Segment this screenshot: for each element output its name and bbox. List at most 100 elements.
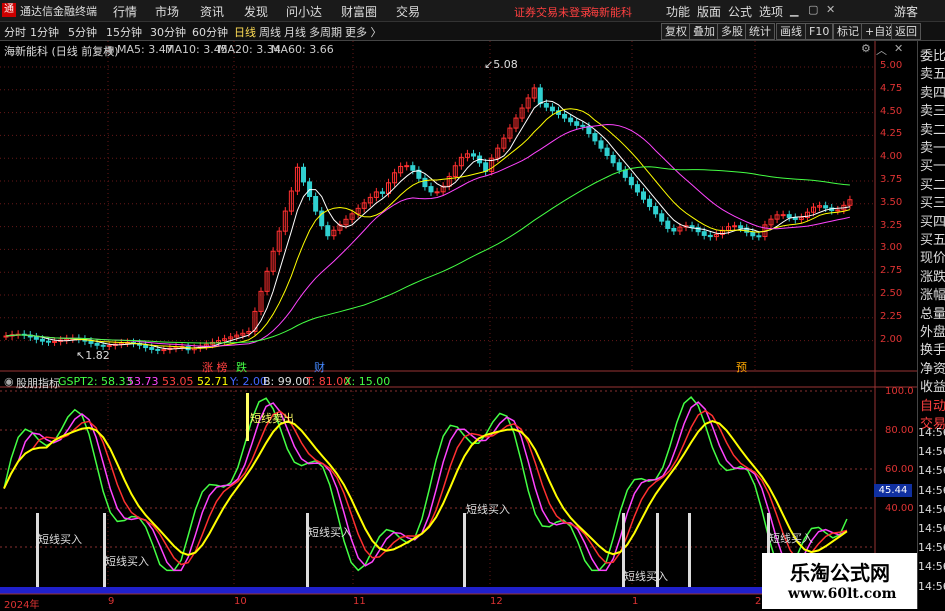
quote-label[interactable]: 买三	[920, 192, 945, 211]
candle-body	[659, 213, 665, 222]
price-tick: 3.00	[880, 242, 903, 254]
quote-label[interactable]: 现价	[920, 247, 945, 266]
period-weekly[interactable]: 周线	[259, 24, 281, 40]
period-multi[interactable]: 多周期	[309, 24, 342, 40]
maximize-icon[interactable]: ▢	[808, 3, 818, 16]
buy-signal-bar	[463, 513, 466, 587]
low-price-label: ↖1.82	[76, 349, 110, 362]
menu-formula[interactable]: 公式	[728, 3, 752, 20]
menu-options[interactable]: 选项	[759, 3, 783, 20]
top-menu-bar: 通 通达信金融终端 行情 市场 资讯 发现 问小达 财富圈 交易 证券交易未登录…	[0, 0, 945, 22]
indicator-line	[3, 396, 848, 572]
period-60min[interactable]: 60分钟	[192, 24, 228, 40]
chart-canvas[interactable]	[0, 41, 917, 609]
quote-label[interactable]: 买一	[920, 155, 945, 174]
price-tick: 4.00	[880, 151, 903, 163]
quote-label[interactable]: 卖三	[920, 100, 945, 119]
quote-label[interactable]: 换手	[920, 339, 945, 358]
indicator-name[interactable]: 股朋指标	[16, 375, 60, 391]
buy-signal-bar	[688, 513, 691, 587]
date-dec: 12	[490, 596, 503, 607]
candle-body	[574, 121, 580, 126]
tick-time: 14:56	[918, 502, 945, 516]
indicator-toggle-icon[interactable]: ◉	[4, 375, 14, 388]
quote-label[interactable]: 净资	[920, 358, 945, 377]
menu-market[interactable]: 市场	[155, 3, 179, 20]
event-forecast[interactable]: 预	[736, 359, 747, 375]
price-tick: 4.25	[880, 128, 903, 140]
quote-label[interactable]: 买四	[920, 211, 945, 230]
candle-body	[780, 214, 786, 217]
event-finance[interactable]: 财	[314, 359, 325, 375]
event-drop[interactable]: 跌	[236, 359, 247, 375]
login-notice[interactable]: 证券交易未登录	[514, 4, 591, 20]
candle-body	[155, 348, 161, 351]
quote-label[interactable]: 涨幅	[920, 284, 945, 303]
quote-label[interactable]: 卖二	[920, 119, 945, 138]
minimize-icon[interactable]: ▁	[790, 4, 798, 17]
quote-label[interactable]: 外盘	[920, 321, 945, 340]
period-5min[interactable]: 5分钟	[68, 24, 97, 40]
quote-label[interactable]: 委比	[920, 45, 945, 64]
quote-label[interactable]: 涨跌	[920, 266, 945, 285]
tick-time: 14:56	[918, 560, 945, 574]
period-more[interactable]: 更多 〉	[345, 24, 382, 40]
close-icon[interactable]: ✕	[826, 3, 835, 16]
event-limit-up[interactable]: 涨 榜	[202, 359, 228, 375]
period-1min[interactable]: 1分钟	[30, 24, 59, 40]
mark-button[interactable]: 标记	[833, 23, 863, 40]
indicator-x: X: 15.00	[344, 375, 391, 388]
guest-login[interactable]: 游客	[894, 3, 918, 20]
candle-body	[634, 184, 640, 193]
menu-discover[interactable]: 发现	[244, 3, 268, 20]
candle-body	[549, 106, 555, 112]
candle-body	[325, 225, 331, 237]
quote-label[interactable]: 卖一	[920, 137, 945, 156]
multi-stock-button[interactable]: 多股	[717, 23, 747, 40]
date-nov: 11	[353, 596, 366, 607]
menu-trade[interactable]: 交易	[396, 3, 420, 20]
period-monthly[interactable]: 月线	[284, 24, 306, 40]
back-button[interactable]: 返回	[891, 23, 921, 40]
candle-body	[428, 186, 434, 193]
menu-layout[interactable]: 版面	[697, 3, 721, 20]
menu-wealth[interactable]: 财富圈	[341, 3, 377, 20]
quote-label[interactable]: 卖四	[920, 82, 945, 101]
quote-label[interactable]: 卖五	[920, 63, 945, 82]
period-daily[interactable]: 日线	[234, 24, 256, 40]
period-30min[interactable]: 30分钟	[150, 24, 186, 40]
buy-signal-bar	[103, 513, 106, 587]
f10-button[interactable]: F10	[805, 23, 834, 40]
statistics-button[interactable]: 统计	[745, 23, 775, 40]
quote-label[interactable]: 买五	[920, 229, 945, 248]
sell-signal-bar	[246, 393, 249, 441]
period-15min[interactable]: 15分钟	[106, 24, 142, 40]
candle-body	[665, 220, 671, 229]
price-tick: 2.00	[880, 333, 903, 345]
tick-time: 14:56	[918, 579, 945, 593]
watermark-title: 乐淘公式网	[790, 561, 890, 585]
quote-label[interactable]: 自动	[920, 395, 945, 414]
quote-label[interactable]: 收益	[920, 376, 945, 395]
quote-label[interactable]: 总量	[920, 303, 945, 322]
menu-quotes[interactable]: 行情	[113, 3, 137, 20]
candle-body	[598, 140, 604, 149]
indicator-line	[3, 420, 848, 557]
date-oct: 10	[234, 596, 247, 607]
candle-body	[568, 117, 574, 123]
period-intraday[interactable]: 分时	[4, 24, 26, 40]
menu-news[interactable]: 资讯	[200, 3, 224, 20]
candle-body	[786, 214, 792, 218]
menu-ask[interactable]: 问小达	[286, 3, 322, 20]
candle-body	[835, 209, 841, 212]
adjust-button[interactable]: 复权	[661, 23, 691, 40]
draw-button[interactable]: 画线	[776, 23, 806, 40]
tick-time: 14:56	[918, 464, 945, 478]
quote-label[interactable]: 买二	[920, 174, 945, 193]
menu-function[interactable]: 功能	[666, 3, 690, 20]
candle-body	[471, 153, 476, 157]
ind-tick-80: 80.00	[885, 425, 914, 436]
overlay-button[interactable]: 叠加	[689, 23, 719, 40]
indicator-value-4: 52.71	[197, 375, 229, 388]
candle-body	[410, 165, 416, 171]
